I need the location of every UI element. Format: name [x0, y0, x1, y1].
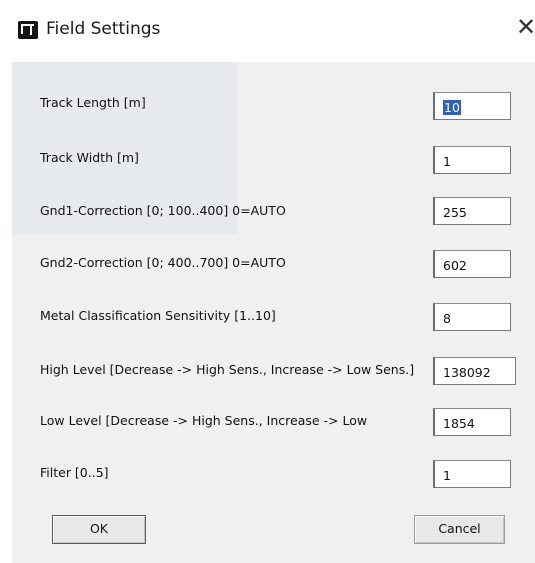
filter-value: 1	[443, 468, 451, 483]
track-length-input[interactable]: 10	[433, 92, 511, 120]
gnd2-correction-value: 602	[443, 258, 467, 273]
gnd1-correction-value: 255	[443, 205, 467, 220]
metal-sensitivity-value: 8	[443, 311, 451, 326]
title-bar: Field Settings ✕	[0, 0, 535, 62]
low-level-label: Low Level [Decrease -> High Sens., Incre…	[40, 413, 368, 428]
high-level-label: High Level [Decrease -> High Sens., Incr…	[40, 362, 415, 377]
track-length-value: 10	[443, 100, 461, 115]
cancel-button[interactable]: Cancel	[414, 515, 505, 544]
low-level-value: 1854	[443, 416, 475, 431]
low-level-input[interactable]: 1854	[433, 408, 511, 436]
window-title: Field Settings	[46, 19, 161, 39]
app-logo-icon	[18, 21, 38, 39]
track-width-input[interactable]: 1	[433, 146, 511, 174]
filter-label: Filter [0..5]	[40, 465, 109, 480]
filter-input[interactable]: 1	[433, 460, 511, 488]
track-width-label: Track Width [m]	[40, 150, 139, 165]
gnd1-correction-input[interactable]: 255	[433, 197, 511, 225]
metal-sensitivity-label: Metal Classification Sensitivity [1..10]	[40, 308, 276, 323]
ok-button[interactable]: OK	[52, 515, 146, 544]
track-width-value: 1	[443, 154, 451, 169]
track-length-label: Track Length [m]	[40, 95, 146, 110]
high-level-input[interactable]: 138092	[433, 357, 516, 385]
gnd2-correction-input[interactable]: 602	[433, 250, 511, 278]
close-icon[interactable]: ✕	[516, 15, 535, 39]
gnd2-correction-label: Gnd2-Correction [0; 400..700] 0=AUTO	[40, 255, 286, 270]
gnd1-correction-label: Gnd1-Correction [0; 100..400] 0=AUTO	[40, 203, 286, 218]
high-level-value: 138092	[443, 365, 491, 380]
metal-sensitivity-input[interactable]: 8	[433, 303, 511, 331]
dialog-body: Track Length [m] 10 Track Width [m] 1 Gn…	[12, 62, 535, 563]
